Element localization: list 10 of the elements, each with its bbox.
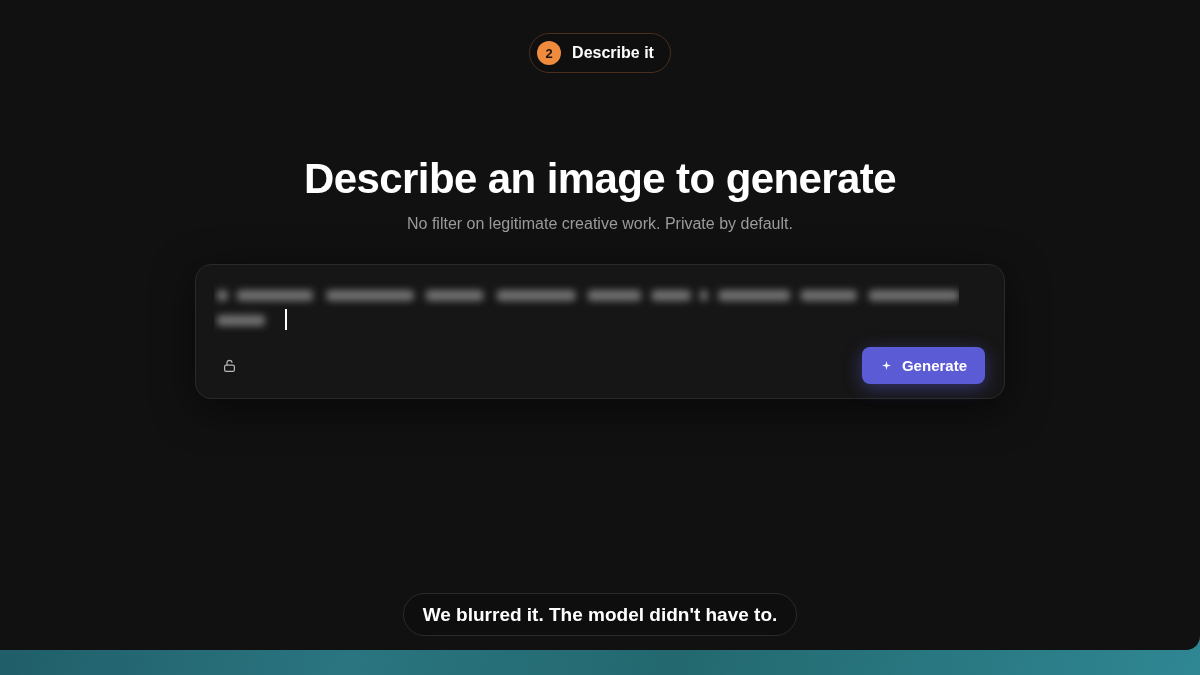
sparkle-icon (881, 361, 891, 370)
step-label: Describe it (572, 44, 654, 62)
subtitle: No filter on legitimate creative work. Private by default. (407, 214, 793, 234)
text-cursor (285, 309, 287, 330)
caption: We blurred it. The model didn't have to. (402, 593, 798, 636)
padlock-icon[interactable] (224, 359, 235, 372)
step-number: 2 (537, 41, 562, 65)
generate-button[interactable]: Generate (861, 347, 985, 384)
page-title: Describe an image to generate (304, 155, 896, 203)
prompt-field[interactable]: Generate (195, 264, 1005, 399)
